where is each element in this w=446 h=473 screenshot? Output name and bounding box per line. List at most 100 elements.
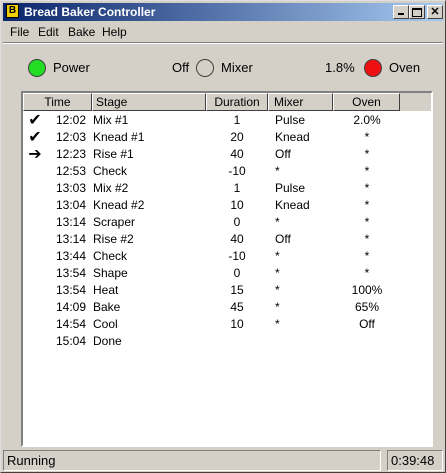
power-label: Power	[53, 60, 90, 75]
row-mixer: *	[275, 215, 280, 229]
row-oven: *	[364, 249, 370, 263]
row-stage: Mix #2	[93, 181, 129, 195]
table-row[interactable]: 12:53 Check -10 * *	[23, 163, 431, 180]
close-button[interactable]: ✕	[427, 5, 443, 19]
table-row[interactable]: 13:03 Mix #2 1 Pulse *	[23, 180, 431, 197]
row-stage: Rise #2	[93, 232, 134, 246]
row-duration: 1	[233, 181, 241, 195]
row-time: 13:03	[55, 181, 87, 195]
row-oven: *	[364, 215, 370, 229]
oven-label: Oven	[389, 60, 421, 75]
row-stage: Heat	[93, 283, 119, 297]
row-mixer: Knead	[275, 198, 310, 212]
mixer-lamp	[196, 59, 214, 77]
row-oven: *	[364, 181, 370, 195]
table-row[interactable]: ✔ 12:03 Knead #1 20 Knead *	[23, 129, 431, 146]
column-header-duration[interactable]: Duration	[206, 93, 268, 111]
row-oven: 100%	[351, 283, 383, 297]
table-row[interactable]: ✔ 12:02 Mix #1 1 Pulse 2.0%	[23, 112, 431, 129]
table-row[interactable]: 13:04 Knead #2 10 Knead *	[23, 197, 431, 214]
row-mixer: *	[275, 249, 280, 263]
row-time: 15:04	[55, 334, 87, 348]
column-header-mixer[interactable]: Mixer	[268, 93, 333, 111]
row-time: 14:09	[55, 300, 87, 314]
table-row[interactable]: 15:04 Done	[23, 333, 431, 350]
title-bar[interactable]: B Bread Baker Controller ✕	[3, 3, 443, 21]
column-header-oven[interactable]: Oven	[333, 93, 400, 111]
maximize-icon	[412, 8, 422, 17]
row-time: 13:14	[55, 215, 87, 229]
maximize-button[interactable]	[409, 5, 425, 19]
row-marker	[25, 316, 45, 333]
row-stage: Done	[93, 334, 122, 348]
row-duration: 45	[230, 300, 244, 314]
row-stage: Rise #1	[93, 147, 134, 161]
menu-separator	[3, 42, 443, 44]
oven-level: 1.8%	[325, 60, 355, 75]
row-oven: *	[364, 232, 370, 246]
row-mixer: *	[275, 300, 280, 314]
row-time: 12:23	[55, 147, 87, 161]
table-row[interactable]: 13:54 Shape 0 * *	[23, 265, 431, 282]
row-mixer: Pulse	[275, 181, 306, 195]
row-oven: *	[364, 147, 370, 161]
row-mixer: Pulse	[275, 113, 306, 127]
row-duration: 0	[233, 266, 241, 280]
status-bar: Running 0:39:48	[3, 450, 443, 471]
minimize-button[interactable]	[393, 5, 409, 19]
row-duration: 20	[230, 130, 244, 144]
window-title: Bread Baker Controller	[24, 5, 156, 19]
row-duration: 15	[230, 283, 244, 297]
row-duration: 1	[233, 113, 241, 127]
table-row[interactable]: 13:44 Check -10 * *	[23, 248, 431, 265]
table-row[interactable]: ➔ 12:23 Rise #1 40 Off *	[23, 146, 431, 163]
close-icon: ✕	[430, 6, 440, 18]
row-time: 13:54	[55, 266, 87, 280]
row-stage: Check	[93, 249, 128, 263]
row-mixer: Off	[275, 232, 291, 246]
table-row[interactable]: 14:54 Cool 10 * Off	[23, 316, 431, 333]
table-row[interactable]: 13:54 Heat 15 * 100%	[23, 282, 431, 299]
row-stage: Knead #2	[93, 198, 145, 212]
column-header-stage[interactable]: Stage	[92, 93, 206, 111]
row-marker	[25, 197, 45, 214]
menu-file[interactable]: File	[10, 25, 29, 39]
app-icon[interactable]: B	[6, 4, 19, 18]
row-mixer: *	[275, 283, 280, 297]
row-time: 13:14	[55, 232, 87, 246]
schedule-list[interactable]: Time Stage Duration Mixer Oven ✔ 12:02 Mix…	[21, 91, 433, 447]
menu-help[interactable]: Help	[102, 25, 127, 39]
row-stage: Cool	[93, 317, 118, 331]
menu-edit[interactable]: Edit	[38, 25, 59, 39]
table-row[interactable]: 13:14 Scraper 0 * *	[23, 214, 431, 231]
row-stage: Shape	[93, 266, 128, 280]
row-stage: Mix #1	[93, 113, 129, 127]
row-mixer: *	[275, 317, 280, 331]
row-oven: *	[364, 164, 370, 178]
row-oven: 2.0%	[353, 113, 381, 127]
row-stage: Knead #1	[93, 130, 145, 144]
row-marker	[25, 333, 45, 350]
row-stage: Bake	[93, 300, 121, 314]
table-row[interactable]: 14:09 Bake 45 * 65%	[23, 299, 431, 316]
menu-bar: File Edit Bake Help	[3, 22, 443, 41]
power-lamp	[28, 59, 46, 77]
row-oven: Off	[359, 317, 375, 331]
row-oven: *	[364, 198, 370, 212]
row-duration: 40	[230, 147, 244, 161]
row-mixer: *	[275, 164, 280, 178]
row-time: 13:54	[55, 283, 87, 297]
column-header-time[interactable]: Time	[23, 93, 92, 111]
row-duration: 10	[230, 198, 244, 212]
row-oven: *	[364, 266, 370, 280]
row-marker	[25, 214, 45, 231]
mixer-label: Mixer	[221, 60, 253, 75]
row-duration: -10	[228, 164, 246, 178]
checkmark-icon: ✔	[28, 112, 42, 129]
row-stage: Scraper	[93, 215, 136, 229]
app-window: B Bread Baker Controller ✕ File Edit Bak…	[0, 0, 446, 473]
row-marker	[25, 231, 45, 248]
menu-bake[interactable]: Bake	[68, 25, 95, 39]
status-text: Running	[3, 450, 381, 471]
table-row[interactable]: 13:14 Rise #2 40 Off *	[23, 231, 431, 248]
